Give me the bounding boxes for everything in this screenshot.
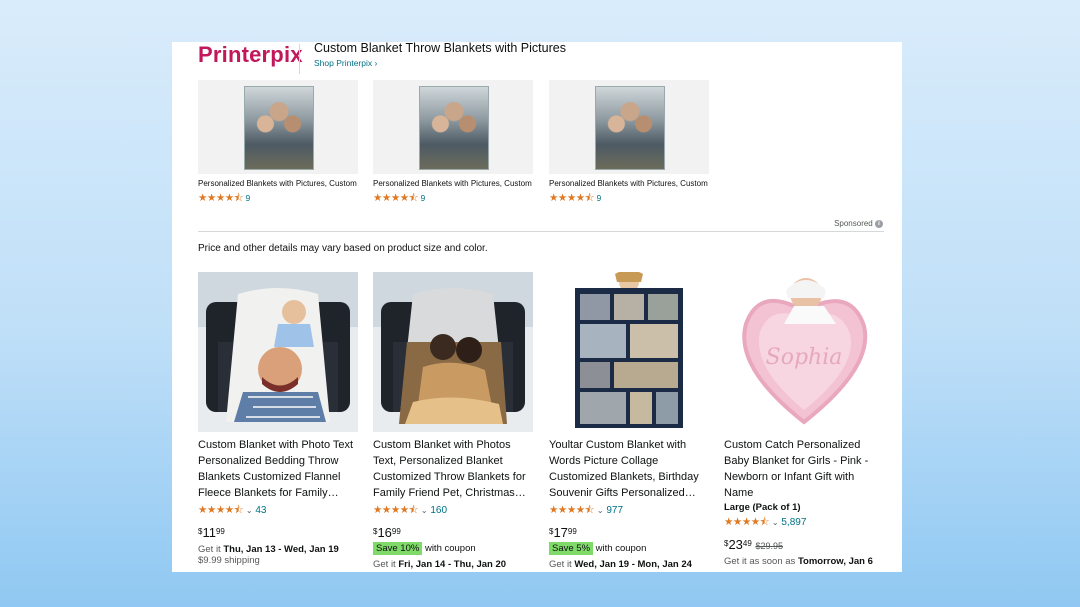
product-title[interactable]: Personalized Blankets with Pictures, Cus… [373,178,533,189]
family-photo-blanket-image [595,86,665,170]
rating: ★★★★⯪ 9 [549,190,709,208]
delivery-dates: Wed, Jan 19 - Mon, Jan 24 [574,559,692,570]
price[interactable]: $2349 $29.95 [724,537,884,552]
product-variant: Large (Pack of 1) [724,502,801,513]
chevron-down-icon[interactable]: ⌄ [246,506,253,515]
chevron-down-icon[interactable]: ⌄ [772,518,779,527]
star-rating-icon[interactable]: ★★★★⯪ [198,192,244,204]
delivery-dates: Thu, Jan 13 - Wed, Jan 19 [223,544,339,555]
delivery-prefix: Get it as soon as [724,556,798,567]
info-icon[interactable]: i [875,219,883,228]
rating-count[interactable]: 977 [606,505,623,516]
chevron-down-icon[interactable]: ⌄ [597,506,604,515]
chevron-down-icon[interactable]: ⌄ [421,506,428,515]
rating: ★★★★⯪ ⌄ 43 [198,502,358,520]
coupon-text: with coupon [595,543,647,554]
product-title[interactable]: Custom Catch Personalized Baby Blanket f… [724,437,884,501]
delivery-dates: Fri, Jan 14 - Thu, Jan 20 [398,559,507,570]
star-rating-icon[interactable]: ★★★★⯪ [549,192,595,204]
sponsored-text: Sponsored [834,219,873,228]
rating-count[interactable]: 160 [430,505,447,516]
price-fraction: 99 [215,527,225,536]
star-rating-icon[interactable]: ★★★★⯪ [373,504,419,516]
delivery-prefix: Get it [373,559,399,570]
delivery-info: Get it Fri, Jan 14 - Thu, Jan 20 [373,559,533,570]
sponsored-product[interactable]: Personalized Blankets with Pictures, Cus… [198,80,358,208]
coupon-badge[interactable]: Save 5% [549,542,594,555]
sponsored-label[interactable]: Sponsored i [834,219,883,228]
product-image[interactable] [549,272,709,432]
photo-blanket-on-chair-image [198,272,358,432]
delivery-prefix: Get it [549,559,575,570]
price-whole: 16 [377,525,392,540]
product-image[interactable] [373,80,533,174]
price-whole: 11 [202,525,216,540]
product-image[interactable] [198,80,358,174]
rating: ★★★★⯪ 9 [373,190,533,208]
price-whole: 17 [553,525,568,540]
product-title[interactable]: Custom Blanket with Photos Text, Persona… [373,437,533,501]
product-image[interactable] [549,80,709,174]
delivery-info: Get it Thu, Jan 13 - Wed, Jan 19 [198,544,358,555]
price[interactable]: $1699 [373,525,533,540]
coupon-badge[interactable]: Save 10% [373,542,423,555]
rating-count[interactable]: 43 [255,505,266,516]
delivery-info: Get it as soon as Tomorrow, Jan 6 [724,556,884,567]
star-rating-icon[interactable]: ★★★★⯪ [198,504,244,516]
sponsored-brand-card: Printerpix Custom Blanket Throw Blankets… [172,42,902,572]
product-card[interactable]: Custom Blanket with Photos Text, Persona… [373,272,533,570]
product-title[interactable]: Custom Blanket with Photo Text Personali… [198,437,358,501]
rating: ★★★★⯪ ⌄ 160 [373,502,533,520]
price-fraction: 99 [567,527,577,536]
shipping-cost: $9.99 shipping [198,555,260,566]
rating: ★★★★⯪ 9 [198,190,358,208]
coupon[interactable]: Save 10% with coupon [373,542,533,555]
delivery-info: Get it Wed, Jan 19 - Mon, Jan 24 [549,559,709,570]
family-photo-blanket-image [244,86,314,170]
rating-count[interactable]: 9 [420,193,425,203]
product-image[interactable] [373,272,533,432]
divider [198,231,884,232]
product-title[interactable]: Personalized Blankets with Pictures, Cus… [549,178,709,189]
price-disclaimer: Price and other details may vary based o… [198,243,488,254]
shop-brand-link[interactable]: Shop Printerpix › [314,58,377,68]
coupon[interactable]: Save 5% with coupon [549,542,709,555]
price[interactable]: $1199 [198,525,358,540]
product-title[interactable]: Personalized Blankets with Pictures, Cus… [198,178,358,189]
rating-count[interactable]: 5,897 [781,517,806,528]
coupon-text: with coupon [424,543,476,554]
rating: ★★★★⯪ ⌄ 977 [549,502,709,520]
product-card[interactable]: Sophia Custom Catch Personalized Baby Bl… [724,272,884,567]
product-title[interactable]: Youltar Custom Blanket with Words Pictur… [549,437,709,501]
delivery-prefix: Get it [198,544,224,555]
list-price: $29.95 [755,541,783,551]
printerpix-logo[interactable]: Printerpix [198,42,303,68]
couple-photo-blanket-image [373,272,533,432]
sponsored-product[interactable]: Personalized Blankets with Pictures, Cus… [549,80,709,208]
star-rating-icon[interactable]: ★★★★⯪ [549,504,595,516]
brand-headline[interactable]: Custom Blanket Throw Blankets with Pictu… [314,42,566,55]
price[interactable]: $1799 [549,525,709,540]
sponsored-product[interactable]: Personalized Blankets with Pictures, Cus… [373,80,533,208]
family-photo-blanket-image [419,86,489,170]
product-image[interactable]: Sophia [724,272,884,432]
product-image[interactable] [198,272,358,432]
delivery-dates: Tomorrow, Jan 6 [797,556,873,567]
price-whole: 23 [728,537,743,552]
star-rating-icon[interactable]: ★★★★⯪ [373,192,419,204]
blanket-name-embroidery: Sophia [766,345,843,370]
pink-baby-blanket-image: Sophia [742,278,868,425]
divider [299,44,300,74]
price-fraction: 49 [742,539,752,548]
collage-blanket-image [575,272,683,428]
product-card[interactable]: Custom Blanket with Photo Text Personali… [198,272,358,566]
product-card[interactable]: Youltar Custom Blanket with Words Pictur… [549,272,709,570]
rating-count[interactable]: 9 [596,193,601,203]
rating-count[interactable]: 9 [245,193,250,203]
rating: ★★★★⯪ ⌄ 5,897 [724,514,884,532]
star-rating-icon[interactable]: ★★★★⯪ [724,516,770,528]
price-fraction: 99 [391,527,401,536]
